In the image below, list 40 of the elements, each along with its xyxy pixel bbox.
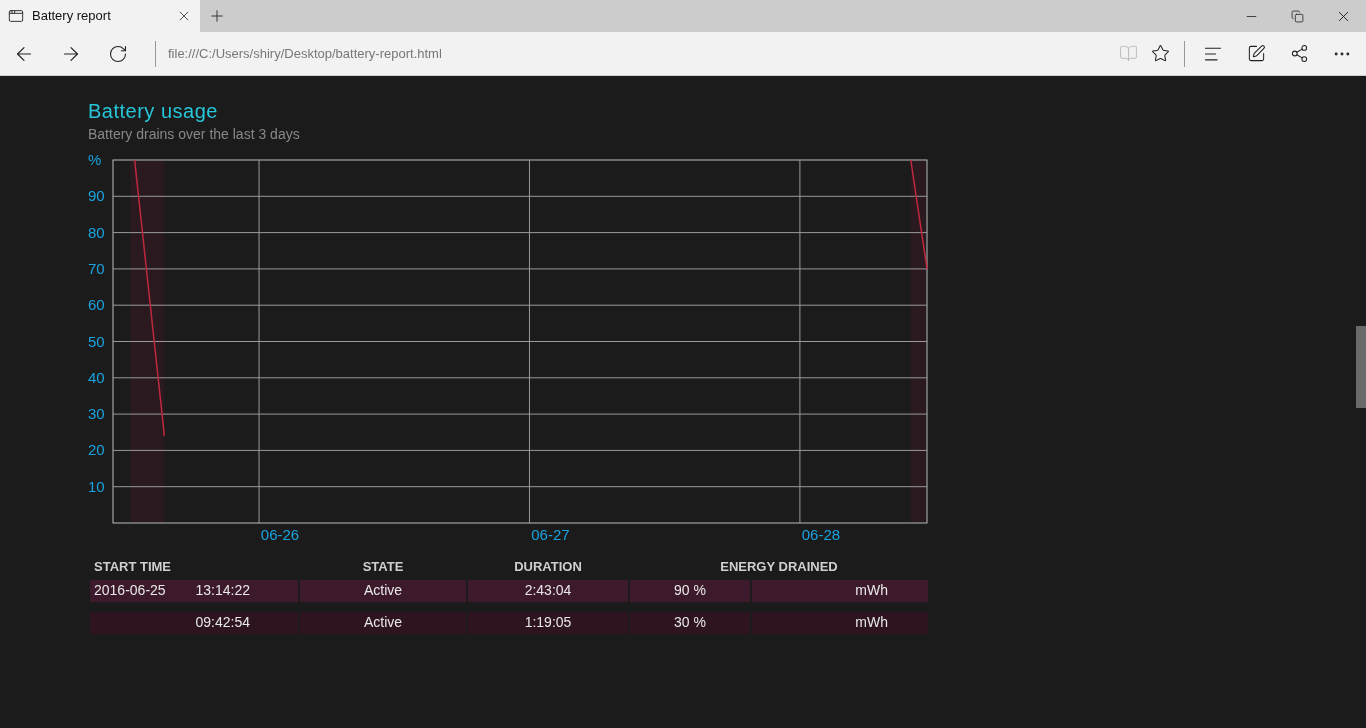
y-tick-label: 10 [88, 477, 105, 495]
table-cell: 30 % [630, 611, 750, 634]
note-icon[interactable] [1247, 44, 1266, 63]
table-row[interactable]: 09:42:54 Active 1:19:05 30 % mWh [90, 611, 928, 634]
table-cell: Active [300, 579, 466, 602]
y-tick-label: 60 [88, 296, 105, 314]
y-tick-label: 20 [88, 441, 105, 459]
y-tick-label: 90 [88, 187, 105, 205]
y-tick-label: 80 [88, 223, 105, 241]
start-date: 2016-06-25 [94, 581, 166, 600]
section-subtitle: Battery drains over the last 3 days [88, 125, 301, 144]
share-icon[interactable] [1290, 44, 1309, 63]
restore-icon[interactable] [1290, 9, 1304, 23]
start-time: 09:42:54 [195, 613, 250, 632]
x-tick-label: 06-27 [531, 526, 570, 543]
favorite-icon[interactable] [1151, 44, 1170, 63]
x-tick-label: 06-28 [801, 526, 841, 543]
page-icon [8, 8, 24, 24]
column-header: STATE [362, 559, 404, 574]
browser-tab[interactable]: Battery report [0, 0, 200, 32]
table-cell: 1:19:05 [468, 611, 628, 634]
table-cell: 2:43:04 [468, 579, 628, 602]
column-header: DURATION [514, 559, 582, 574]
table-cell: 90 % [630, 579, 750, 602]
column-header: START TIME [94, 559, 172, 574]
tab-title: Battery report [32, 7, 112, 26]
column-header: ENERGY DRAINED [720, 559, 838, 574]
start-time: 13:14:22 [195, 581, 250, 600]
y-tick-label: 70 [88, 259, 105, 277]
section-title: Battery usage [88, 99, 219, 124]
y-tick-label: % [88, 151, 102, 168]
table-row[interactable]: 2016-06-25 13:14:22 Active 2:43:04 90 % mWh [90, 579, 928, 602]
x-tick-label: 06-26 [260, 526, 300, 543]
table-cell: mWh [752, 611, 928, 634]
y-tick-label: 50 [88, 332, 105, 350]
y-tick-label: 30 [88, 405, 105, 423]
y-tick-label: 40 [88, 368, 105, 386]
refresh-icon[interactable] [107, 43, 128, 64]
table-cell: Active [300, 611, 466, 634]
table-cell: mWh [752, 579, 928, 602]
